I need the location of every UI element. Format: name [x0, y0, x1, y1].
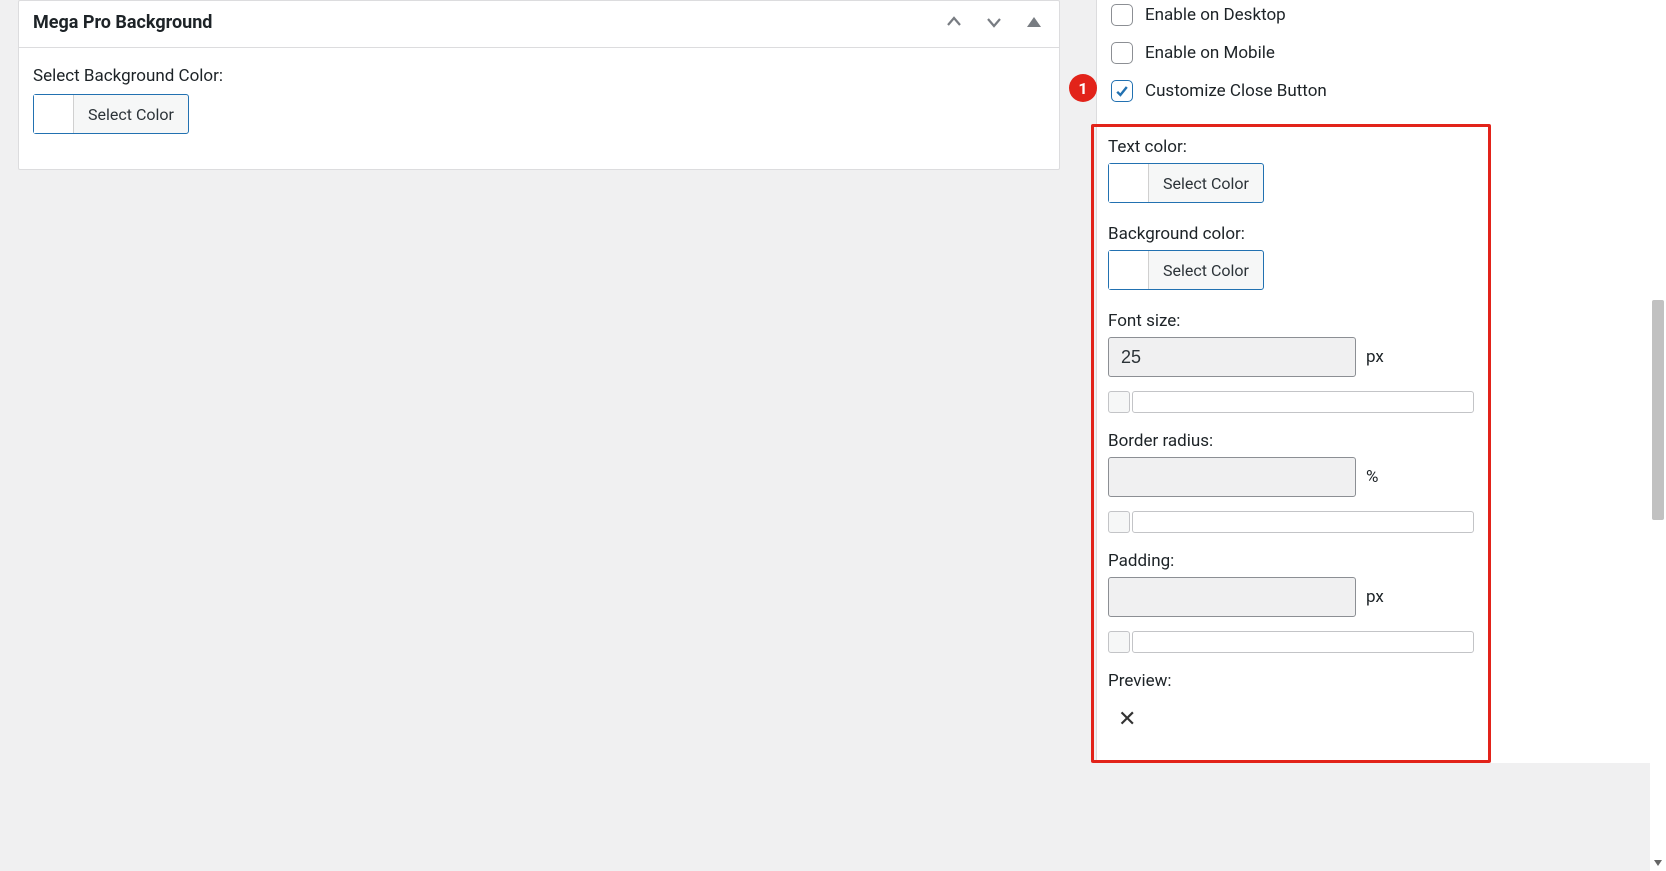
enable-on-mobile-row: Enable on Mobile [1097, 34, 1650, 72]
border-radius-input[interactable] [1108, 457, 1356, 497]
padding-unit: px [1366, 587, 1384, 607]
padding-input[interactable] [1108, 577, 1356, 617]
font-size-row: px [1108, 337, 1474, 377]
slider-handle[interactable] [1108, 391, 1130, 413]
panel-move-up-icon[interactable] [943, 11, 965, 33]
color-swatch [1109, 251, 1149, 289]
padding-row: px [1108, 577, 1474, 617]
text-color-select-button[interactable]: Select Color [1108, 163, 1264, 203]
color-swatch [1109, 164, 1149, 202]
select-color-button-label: Select Color [74, 95, 188, 133]
text-color-field: Text color: Select Color [1108, 137, 1474, 206]
mega-pro-background-panel: Mega Pro Background Select Background Co… [18, 0, 1060, 170]
close-icon: ✕ [1108, 697, 1474, 738]
text-color-label: Text color: [1108, 137, 1474, 157]
panel-toggle-icon[interactable] [1023, 11, 1045, 33]
enable-on-mobile-label: Enable on Mobile [1145, 43, 1275, 63]
panel-title: Mega Pro Background [33, 12, 212, 33]
annotation-badge-1: 1 [1069, 74, 1097, 102]
border-radius-label: Border radius: [1108, 431, 1474, 451]
panel-header: Mega Pro Background [19, 1, 1059, 48]
select-background-color-label: Select Background Color: [33, 66, 1045, 86]
right-stack: Enable on Desktop Enable on Mobile 1 Cus… [1097, 0, 1650, 763]
font-size-slider[interactable] [1108, 391, 1474, 413]
enable-on-desktop-row: Enable on Desktop [1097, 0, 1650, 34]
checkbox-group: Enable on Desktop Enable on Mobile 1 Cus… [1097, 0, 1650, 116]
border-radius-row: % [1108, 457, 1474, 497]
scrollbar-thumb[interactable] [1652, 300, 1664, 520]
border-radius-unit: % [1366, 467, 1378, 487]
padding-label: Padding: [1108, 551, 1474, 571]
slider-track[interactable] [1132, 511, 1474, 533]
border-radius-slider[interactable] [1108, 511, 1474, 533]
right-settings-panel: Enable on Desktop Enable on Mobile 1 Cus… [1096, 0, 1650, 763]
panel-header-actions [943, 11, 1045, 33]
color-swatch [34, 95, 74, 133]
panel-move-down-icon[interactable] [983, 11, 1005, 33]
enable-on-desktop-label: Enable on Desktop [1145, 5, 1286, 25]
slider-track[interactable] [1132, 631, 1474, 653]
font-size-input[interactable] [1108, 337, 1356, 377]
scrollbar-down-icon[interactable] [1650, 855, 1666, 871]
background-color-field: Background color: Select Color [1108, 224, 1474, 293]
padding-field: Padding: px [1108, 551, 1474, 653]
select-background-color-button[interactable]: Select Color [33, 94, 189, 134]
preview-label: Preview: [1108, 671, 1474, 691]
preview-field: Preview: ✕ [1108, 671, 1474, 738]
vertical-scrollbar[interactable] [1650, 0, 1666, 871]
enable-on-mobile-checkbox[interactable] [1111, 42, 1133, 64]
font-size-field: Font size: px [1108, 311, 1474, 413]
panel-body: Select Background Color: Select Color [19, 48, 1059, 169]
font-size-unit: px [1366, 347, 1384, 367]
customize-close-button-label: Customize Close Button [1145, 81, 1327, 101]
customize-close-button-row: 1 Customize Close Button [1097, 72, 1650, 110]
customize-close-button-settings: Text color: Select Color Background colo… [1091, 124, 1491, 763]
select-color-button-label: Select Color [1149, 164, 1263, 202]
slider-track[interactable] [1132, 391, 1474, 413]
slider-handle[interactable] [1108, 631, 1130, 653]
font-size-label: Font size: [1108, 311, 1474, 331]
customize-close-button-checkbox[interactable] [1111, 80, 1133, 102]
background-color-label: Background color: [1108, 224, 1474, 244]
select-color-button-label: Select Color [1149, 251, 1263, 289]
slider-handle[interactable] [1108, 511, 1130, 533]
enable-on-desktop-checkbox[interactable] [1111, 4, 1133, 26]
background-color-select-button[interactable]: Select Color [1108, 250, 1264, 290]
padding-slider[interactable] [1108, 631, 1474, 653]
app-stage: Mega Pro Background Select Background Co… [0, 0, 1666, 871]
border-radius-field: Border radius: % [1108, 431, 1474, 533]
